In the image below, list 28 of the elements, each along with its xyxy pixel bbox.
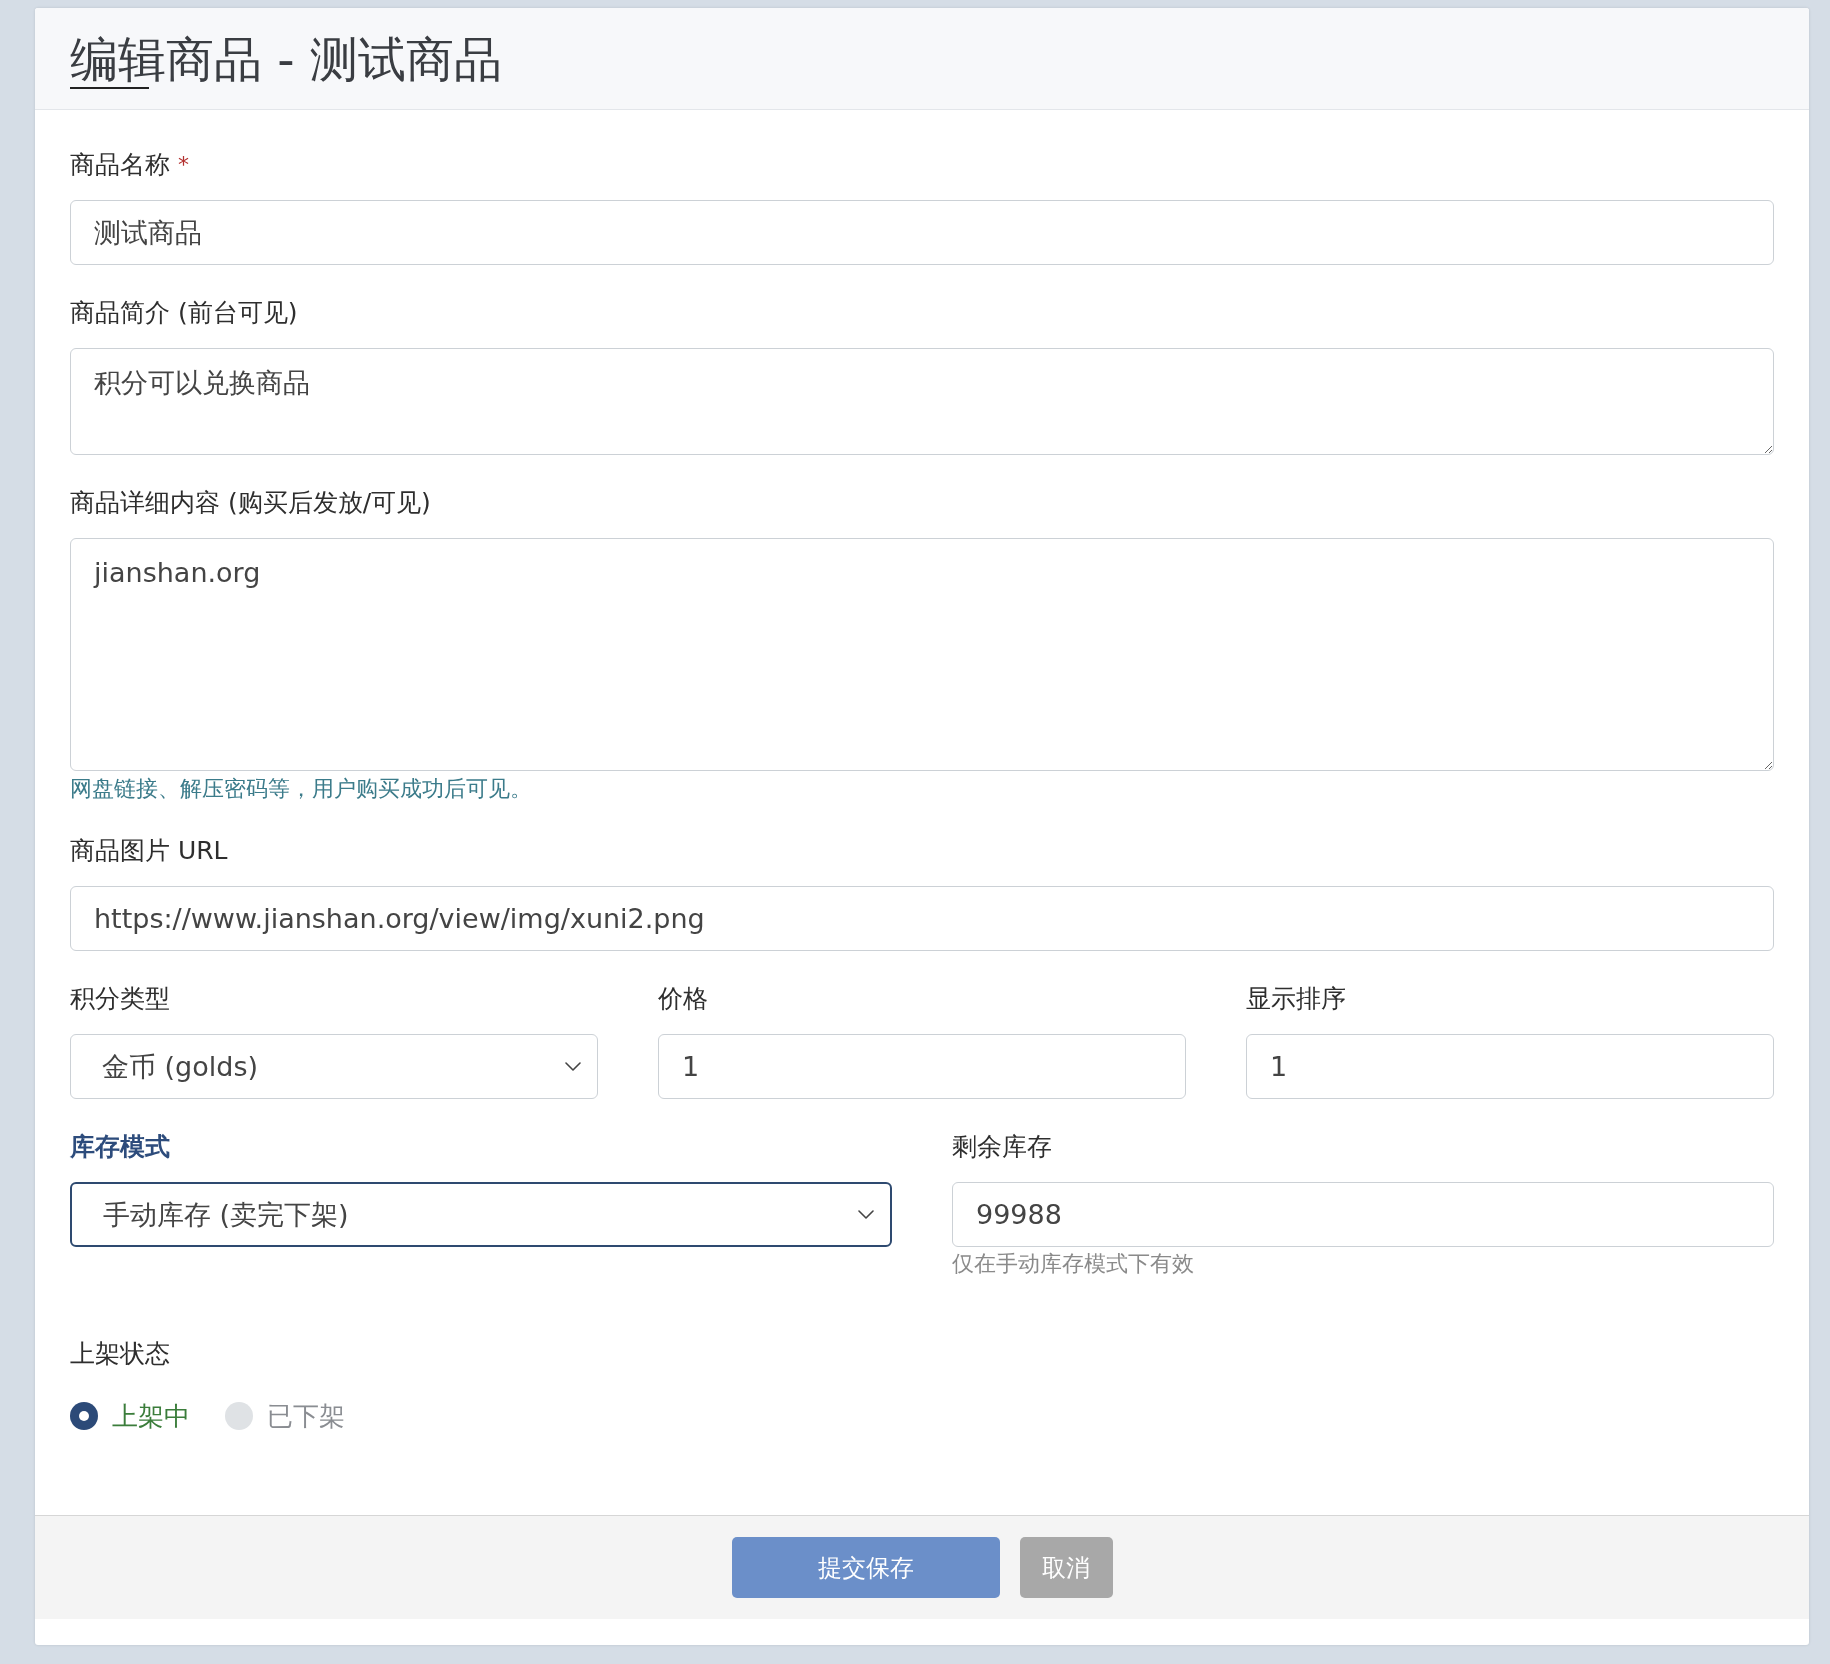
radio-label[interactable]: 上架中	[112, 1398, 190, 1434]
dropdown-select[interactable]: 金币 (golds)	[70, 1034, 598, 1099]
radio-button[interactable]	[70, 1402, 98, 1430]
chevron-down-icon	[858, 1210, 874, 1219]
field-label: 商品名称	[70, 149, 170, 181]
text-field[interactable]: 测试商品	[70, 200, 1774, 265]
field-label: 上架状态	[70, 1338, 170, 1370]
help-text: 仅在手动库存模式下有效	[952, 1251, 1195, 1277]
text-field[interactable]: 1	[658, 1034, 1186, 1099]
text-field[interactable]: https://www.jianshan.org/view/img/xuni2.png	[70, 886, 1774, 951]
required-asterisk: *	[178, 151, 189, 179]
field-label: 剩余库存	[952, 1131, 1052, 1163]
text-field[interactable]: 99988	[952, 1182, 1774, 1247]
field-label: 商品图片 URL	[70, 835, 228, 867]
text-field[interactable]: 1	[1246, 1034, 1774, 1099]
field-label: 商品详细内容 (购买后发放/可见)	[70, 487, 431, 519]
field-label: 商品简介 (前台可见)	[70, 297, 298, 329]
field-label: 显示排序	[1246, 983, 1346, 1015]
field-label: 库存模式	[70, 1131, 170, 1163]
field-label: 价格	[658, 983, 708, 1015]
text-area[interactable]: 积分可以兑换商品	[70, 348, 1774, 455]
text-area[interactable]: jianshan.org	[70, 538, 1774, 771]
chevron-down-icon	[565, 1062, 581, 1071]
page-title: 编辑商品 - 测试商品	[70, 28, 502, 89]
field-label: 积分类型	[70, 983, 170, 1015]
dropdown-select[interactable]: 手动库存 (卖完下架)	[70, 1182, 892, 1247]
help-text: 网盘链接、解压密码等，用户购买成功后可见。	[70, 775, 533, 803]
radio-button[interactable]	[225, 1402, 253, 1430]
